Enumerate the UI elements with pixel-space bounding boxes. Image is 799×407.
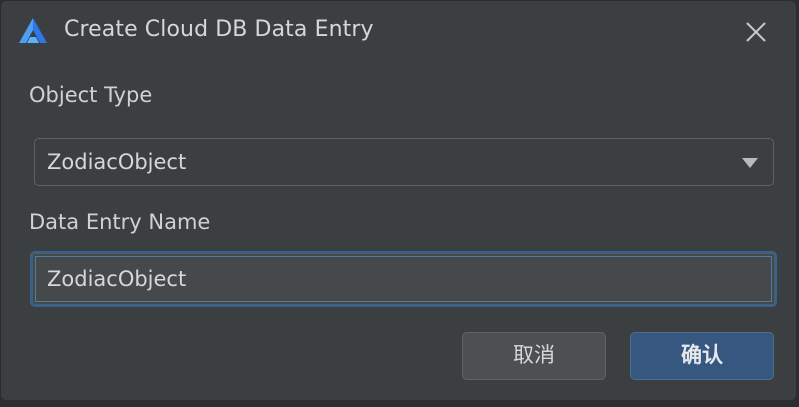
confirm-button[interactable]: 确认 (630, 332, 774, 380)
close-icon[interactable] (741, 17, 771, 47)
data-entry-name-field-focus-ring (30, 251, 777, 307)
triangle-down-icon (742, 158, 758, 168)
object-type-select[interactable]: ZodiacObject (34, 138, 774, 186)
cancel-button[interactable]: 取消 (462, 332, 606, 380)
data-entry-name-input[interactable] (35, 256, 772, 302)
object-type-selected-value: ZodiacObject (47, 150, 187, 174)
dialog-title-bar: Create Cloud DB Data Entry (1, 1, 796, 59)
object-type-label: Object Type (29, 83, 153, 107)
dialog-title: Create Cloud DB Data Entry (64, 17, 374, 42)
create-data-entry-dialog: Create Cloud DB Data Entry Object Type Z… (0, 0, 797, 401)
app-logo-icon (19, 18, 47, 43)
data-entry-name-label: Data Entry Name (29, 210, 211, 234)
